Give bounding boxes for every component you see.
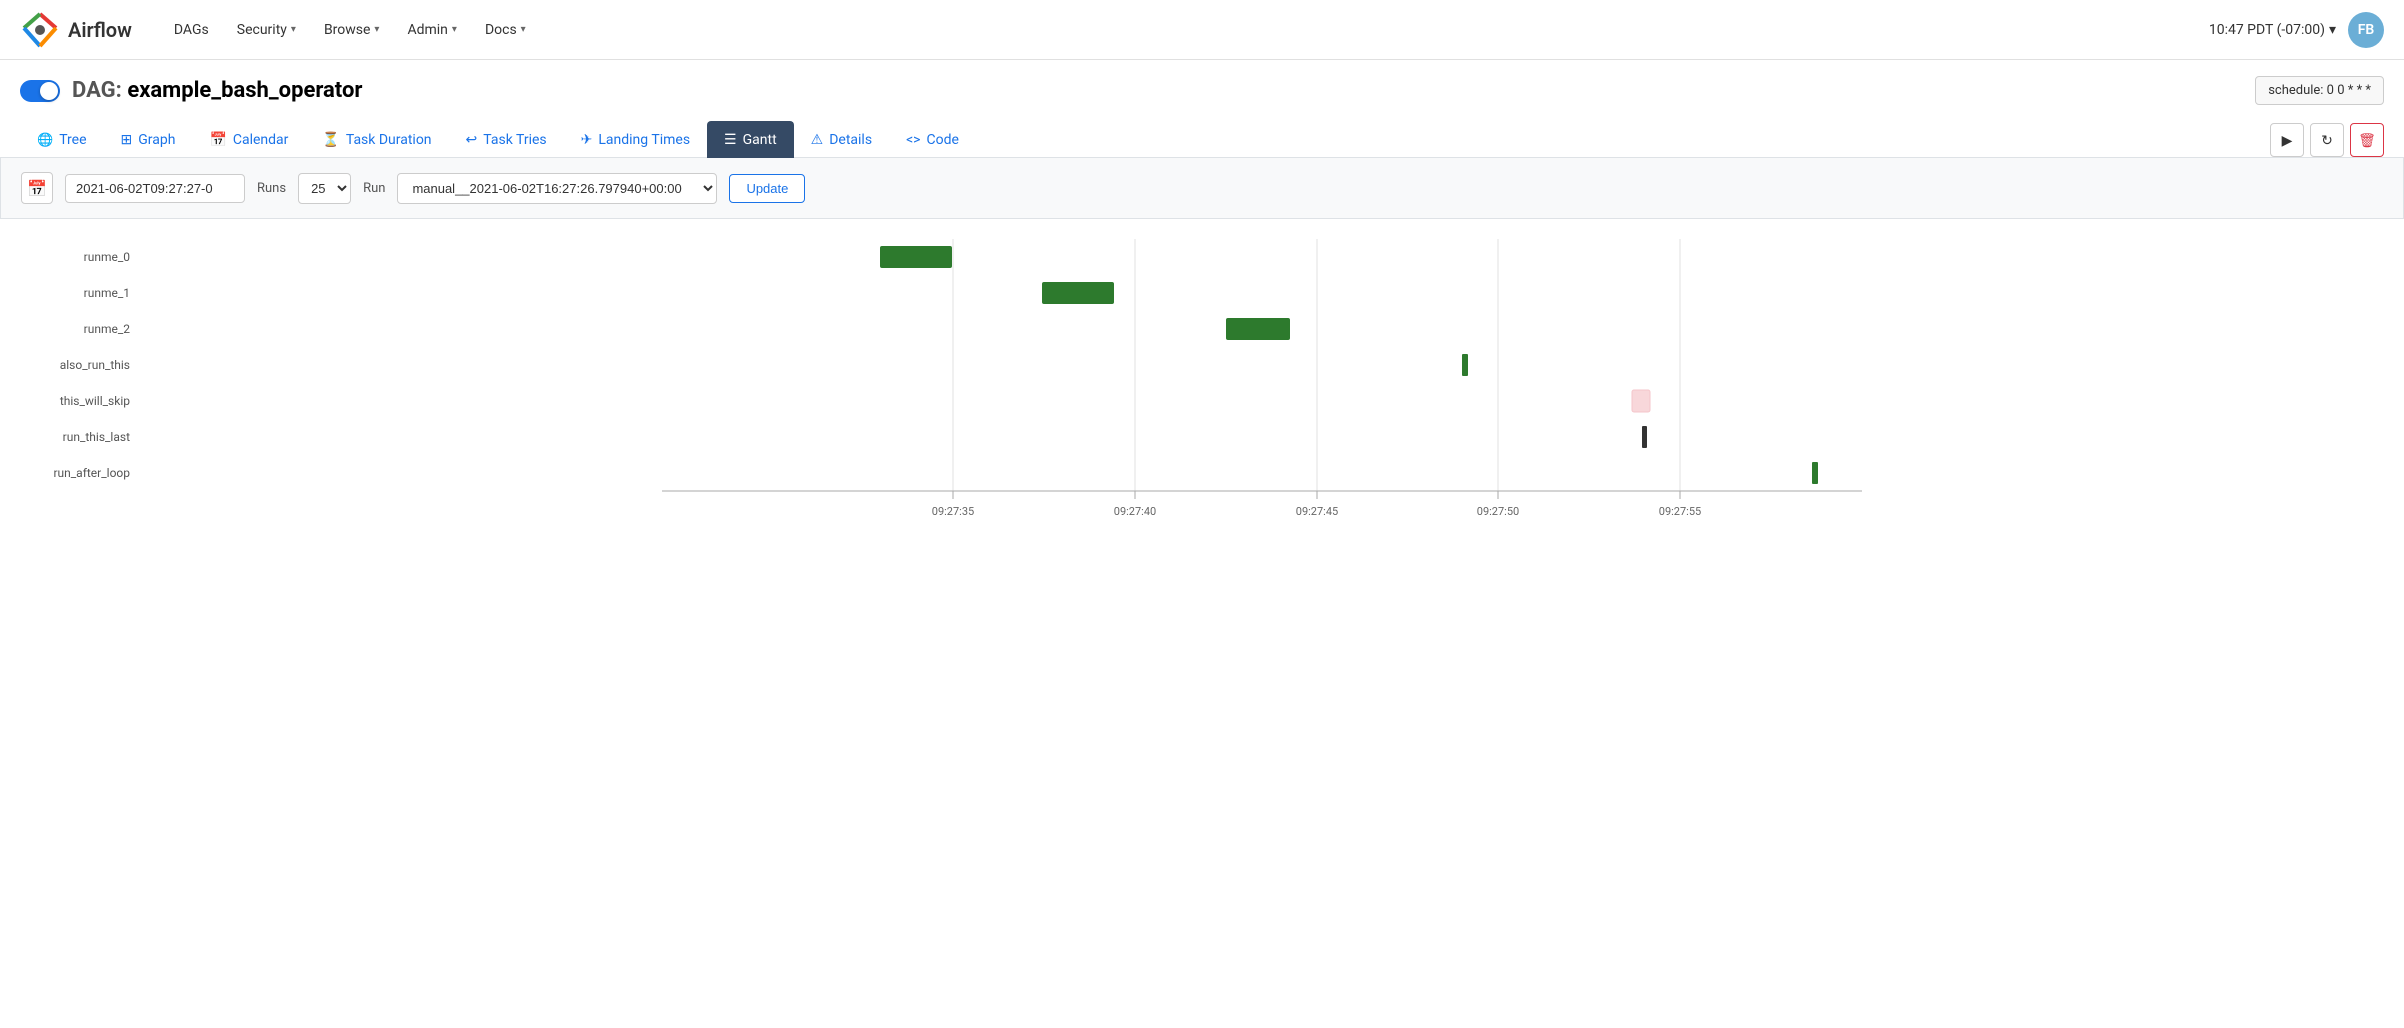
dag-header: DAG: example_bash_operator schedule: 0 0… <box>20 76 2384 105</box>
svg-text:09:27:35: 09:27:35 <box>932 505 974 518</box>
gantt-svg: 09:27:35 09:27:40 09:27:45 09:27:50 09:2… <box>140 239 2384 519</box>
gantt-icon: ☰ <box>724 132 737 148</box>
gantt-label-run-after-loop: run_after_loop <box>20 455 140 491</box>
bar-run-after-loop[interactable] <box>1812 462 1818 484</box>
tab-graph[interactable]: ⊞ Graph <box>104 121 193 158</box>
gantt-label-run-this-last: run_this_last <box>20 419 140 455</box>
admin-dropdown-arrow: ▾ <box>452 24 457 35</box>
avatar[interactable]: FB <box>2348 12 2384 48</box>
tab-task-duration[interactable]: ⏳ Task Duration <box>305 121 448 158</box>
gantt-container: runme_0 runme_1 runme_2 also_run_this th… <box>20 219 2384 539</box>
runs-select[interactable]: 25 <box>298 173 351 204</box>
filters-bar: 📅 Runs 25 Run manual__2021-06-02T16:27:2… <box>0 158 2404 219</box>
update-button[interactable]: Update <box>729 174 805 203</box>
bar-this-will-skip[interactable] <box>1632 390 1650 412</box>
calendar-icon: 📅 <box>209 132 226 148</box>
svg-text:09:27:45: 09:27:45 <box>1296 505 1338 518</box>
gantt-label-this-will-skip: this_will_skip <box>20 383 140 419</box>
date-input[interactable] <box>65 174 245 203</box>
tab-gantt[interactable]: ☰ Gantt <box>707 121 794 158</box>
delete-button[interactable]: 🗑 <box>2350 123 2384 157</box>
code-icon: <> <box>906 132 920 148</box>
dag-title: DAG: example_bash_operator <box>72 78 362 103</box>
tab-task-tries[interactable]: ↩ Task Tries <box>449 121 564 158</box>
nav-item-docs[interactable]: Docs ▾ <box>473 14 538 46</box>
nav-time[interactable]: 10:47 PDT (-07:00) ▾ <box>2209 22 2336 38</box>
graph-icon: ⊞ <box>121 132 133 148</box>
tabs: 🌐 runme_0 Tree ⊞ Graph 📅 Calendar ⏳ Task… <box>20 121 2270 157</box>
run-select[interactable]: manual__2021-06-02T16:27:26.797940+00:00 <box>397 173 717 204</box>
run-button[interactable]: ▶ <box>2270 123 2304 157</box>
main-content: DAG: example_bash_operator schedule: 0 0… <box>0 60 2404 555</box>
bar-runme-2[interactable] <box>1226 318 1290 340</box>
schedule-badge: schedule: 0 0 * * * <box>2255 76 2384 105</box>
brand-logo[interactable]: Airflow <box>20 10 132 50</box>
tabs-bar: 🌐 runme_0 Tree ⊞ Graph 📅 Calendar ⏳ Task… <box>0 121 2404 158</box>
tab-landing-times[interactable]: ✈ Landing Times <box>564 121 707 158</box>
dag-toggle[interactable] <box>20 80 60 102</box>
bar-also-run-this[interactable] <box>1462 354 1468 376</box>
nav-right: 10:47 PDT (-07:00) ▾ FB <box>2209 12 2384 48</box>
svg-text:09:27:50: 09:27:50 <box>1477 505 1519 518</box>
nav-item-admin[interactable]: Admin ▾ <box>395 14 468 46</box>
svg-text:09:27:40: 09:27:40 <box>1114 505 1156 518</box>
gantt-chart-area: 09:27:35 09:27:40 09:27:45 09:27:50 09:2… <box>140 239 2384 519</box>
gantt-label-runme-2: runme_2 <box>20 311 140 347</box>
task-tries-icon: ↩ <box>466 132 478 148</box>
tab-details[interactable]: ⚠ Details <box>794 121 889 158</box>
gantt-labels: runme_0 runme_1 runme_2 also_run_this th… <box>20 239 140 519</box>
bar-run-this-last[interactable] <box>1642 426 1647 448</box>
tree-icon: 🌐 <box>37 133 53 148</box>
security-dropdown-arrow: ▾ <box>291 24 296 35</box>
tab-calendar[interactable]: 📅 Calendar <box>192 121 305 158</box>
runs-label: Runs <box>257 181 286 196</box>
bar-runme-0[interactable] <box>880 246 952 268</box>
gantt-label-also-run-this: also_run_this <box>20 347 140 383</box>
run-label: Run <box>363 181 385 196</box>
airflow-logo-icon <box>20 10 60 50</box>
task-duration-icon: ⏳ <box>322 132 339 148</box>
browse-dropdown-arrow: ▾ <box>374 24 379 35</box>
nav-item-dags[interactable]: DAGs <box>162 14 221 46</box>
gantt-label-runme-1: runme_1 <box>20 275 140 311</box>
details-icon: ⚠ <box>811 132 824 148</box>
tab-actions: ▶ ↻ 🗑 <box>2270 123 2384 157</box>
time-dropdown-arrow: ▾ <box>2329 22 2336 38</box>
navbar: Airflow DAGs Security ▾ Browse ▾ Admin ▾… <box>0 0 2404 60</box>
docs-dropdown-arrow: ▾ <box>521 24 526 35</box>
tab-code[interactable]: <> Code <box>889 121 976 158</box>
svg-text:09:27:55: 09:27:55 <box>1659 505 1701 518</box>
bar-runme-1[interactable] <box>1042 282 1114 304</box>
refresh-button[interactable]: ↻ <box>2310 123 2344 157</box>
nav-item-security[interactable]: Security ▾ <box>225 14 308 46</box>
dag-title-row: DAG: example_bash_operator <box>20 78 362 103</box>
nav-item-browse[interactable]: Browse ▾ <box>312 14 392 46</box>
gantt-label-runme-0: runme_0 <box>20 239 140 275</box>
tab-tree[interactable]: 🌐 runme_0 Tree <box>20 121 104 158</box>
calendar-picker-icon[interactable]: 📅 <box>21 172 53 204</box>
nav-links: DAGs Security ▾ Browse ▾ Admin ▾ Docs ▾ <box>162 14 2209 46</box>
landing-times-icon: ✈ <box>581 132 593 148</box>
brand-name: Airflow <box>68 18 132 42</box>
